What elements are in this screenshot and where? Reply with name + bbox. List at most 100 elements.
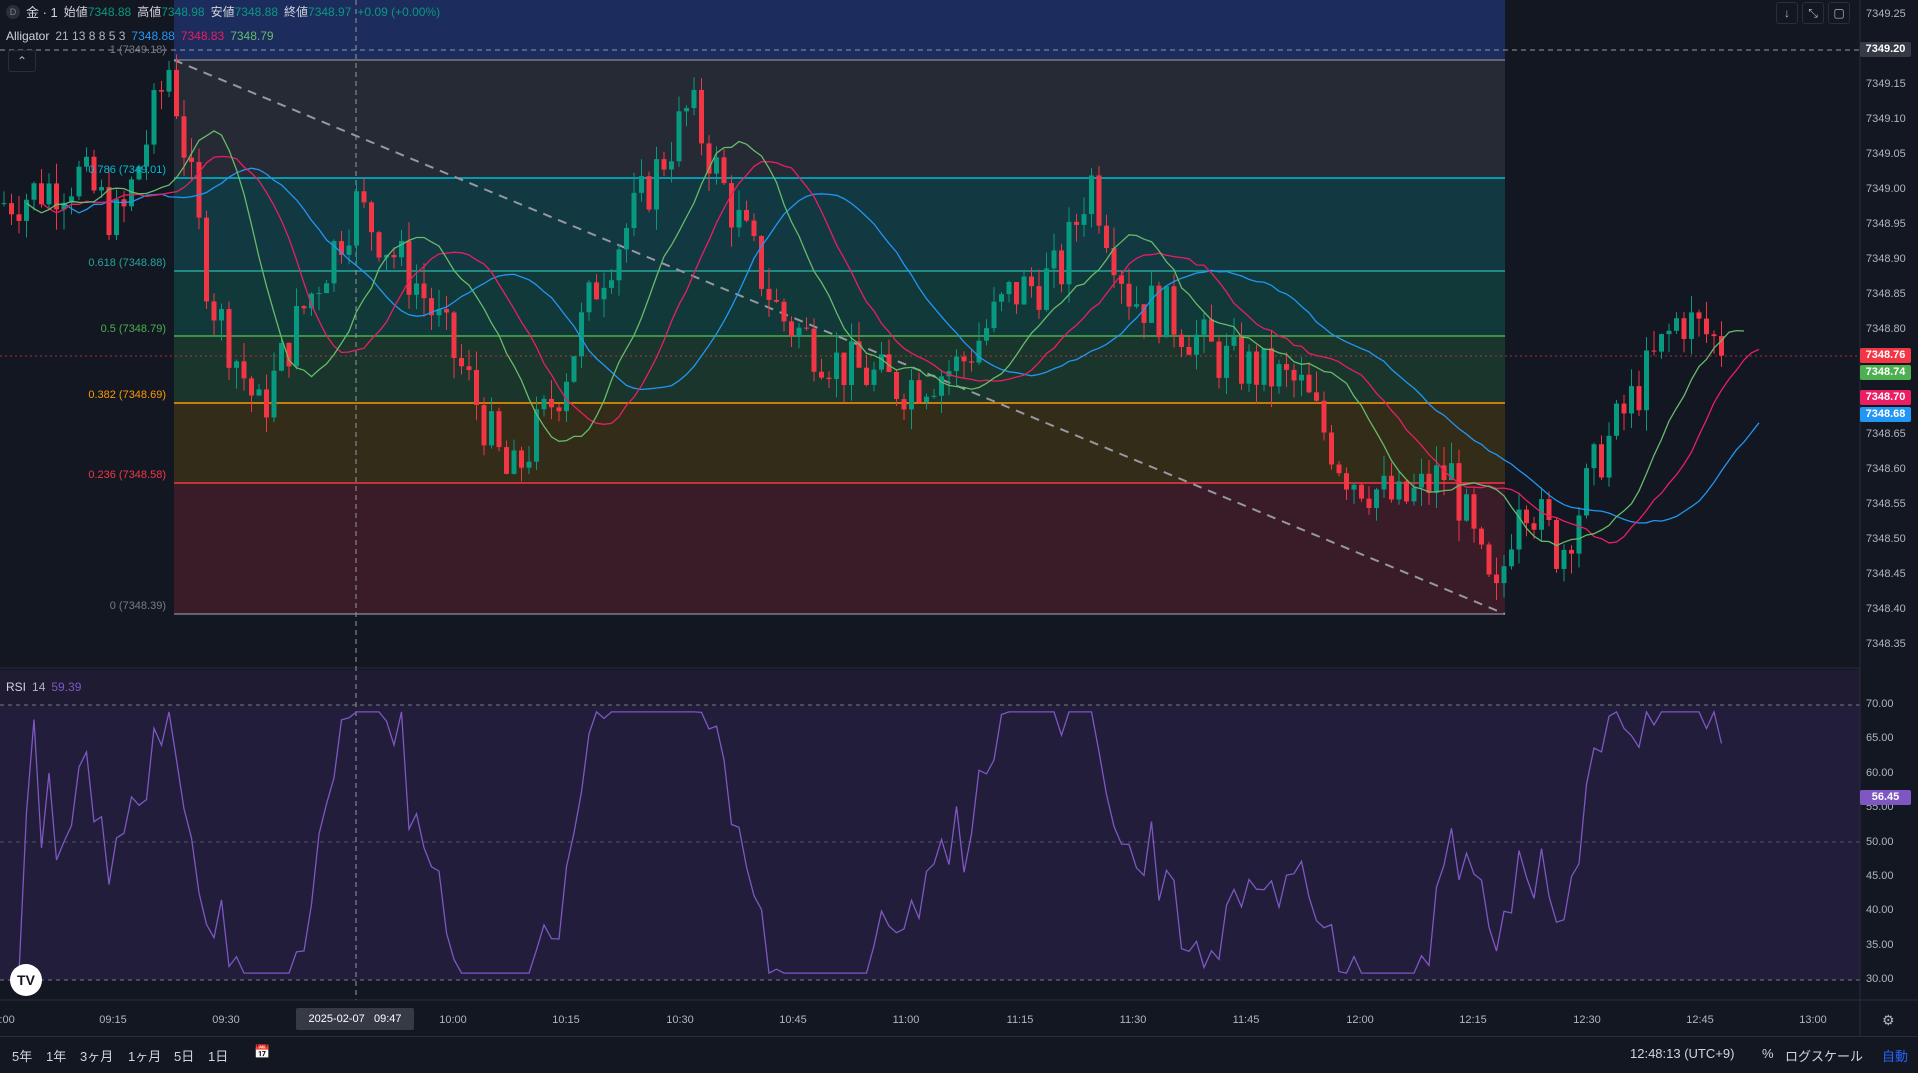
candle-body: [669, 161, 674, 170]
change-value: +0.09 (+0.00%): [357, 4, 441, 19]
alligator-jaw-value: 7348.88: [131, 29, 175, 43]
candle-body: [1149, 285, 1154, 323]
auto-scale-toggle[interactable]: 自動: [1882, 1046, 1908, 1065]
candle-body: [969, 361, 974, 363]
symbol-name[interactable]: 金 · 1: [26, 2, 58, 21]
range-button[interactable]: 5日: [174, 1046, 194, 1065]
arrow-down-icon: ↓: [1784, 6, 1790, 20]
rsi-axis-label: 65.00: [1866, 732, 1894, 745]
candle-body: [1321, 400, 1327, 433]
rsi-axis-label: 40.00: [1866, 904, 1894, 917]
rsi-legend[interactable]: RSI 14 59.39: [6, 680, 81, 694]
price-axis-label: 7349.05: [1866, 148, 1906, 160]
candle-body: [271, 370, 277, 418]
candle-body: [489, 411, 494, 446]
collapse-legend-button[interactable]: ⌃: [8, 50, 36, 72]
candle-body: [1599, 444, 1604, 478]
price-axis-label: 7348.60: [1866, 463, 1906, 475]
candle-body: [1231, 336, 1237, 346]
candle-body: [1591, 444, 1597, 469]
candle-body: [1629, 386, 1634, 414]
time-axis-label: 10:45: [779, 1014, 807, 1026]
candle-body: [414, 283, 419, 295]
candle-body: [1704, 318, 1709, 335]
price-axis-label: 7348.45: [1866, 568, 1906, 580]
candle-body: [1216, 341, 1222, 378]
candle-body: [391, 255, 397, 258]
candle-body: [1171, 286, 1177, 335]
maximize-pane-button[interactable]: ▢: [1828, 2, 1850, 24]
candle-body: [294, 306, 299, 367]
candle-body: [1306, 374, 1312, 393]
symbol-badge[interactable]: D: [6, 4, 20, 19]
candle-body: [639, 176, 644, 193]
candle-body: [999, 294, 1004, 302]
range-button[interactable]: 1年: [46, 1046, 66, 1065]
candle-body: [1261, 348, 1267, 385]
candle-body: [526, 461, 532, 468]
candle-body: [616, 249, 622, 281]
log-scale-toggle[interactable]: ログスケール: [1785, 1046, 1863, 1065]
candle-body: [1194, 334, 1199, 355]
close-label: 終値: [284, 5, 309, 19]
candle-body: [1494, 574, 1499, 584]
candle-body: [1179, 334, 1184, 347]
candle-body: [1, 203, 7, 205]
close-value: 7348.97: [308, 4, 352, 19]
fib-label: 0.618 (7348.88): [88, 257, 166, 269]
alligator-legend[interactable]: Alligator 21 13 8 8 5 3 7348.88 7348.83 …: [6, 29, 274, 43]
candle-body: [481, 405, 487, 446]
candle-body: [976, 340, 982, 363]
candle-body: [796, 327, 802, 337]
alligator-lips-value: 7348.79: [230, 29, 274, 43]
rsi-axis-label: 35.00: [1866, 938, 1894, 951]
candle-body: [16, 214, 22, 221]
candle-body: [804, 327, 809, 329]
time-axis-label: 12:00: [1346, 1014, 1374, 1026]
candle-body: [579, 312, 584, 357]
candle-body: [601, 287, 607, 300]
candle-body: [931, 395, 937, 397]
candle-body: [159, 90, 164, 92]
candle-body: [549, 398, 554, 408]
candle-body: [1471, 494, 1477, 529]
collapse-pane-button[interactable]: ⤡: [1802, 2, 1824, 24]
range-button[interactable]: 1日: [208, 1046, 228, 1065]
settings-icon: ⚙: [1882, 1012, 1895, 1028]
candle-body: [811, 328, 817, 372]
range-button[interactable]: 3ヶ月: [80, 1046, 113, 1065]
candle-body: [571, 356, 577, 382]
fib-band-05: [174, 336, 1505, 403]
range-button[interactable]: 5年: [12, 1046, 32, 1065]
candle-body: [594, 282, 599, 300]
rsi-value: 59.39: [51, 680, 82, 694]
low-label: 安値: [210, 5, 235, 19]
chart-canvas[interactable]: [0, 0, 1918, 1072]
candle-body: [684, 108, 689, 112]
time-axis-label: 10:30: [666, 1014, 694, 1026]
candle-body: [1569, 549, 1574, 554]
candle-body: [496, 411, 502, 448]
candle-body: [1359, 484, 1364, 499]
rsi-axis-label: 70.00: [1866, 698, 1894, 710]
candle-body: [699, 89, 704, 144]
time-axis-label: 11:15: [1006, 1014, 1034, 1026]
candle-body: [1081, 214, 1087, 225]
candle-body: [1186, 346, 1192, 355]
calendar-range-button[interactable]: 📅: [254, 1044, 270, 1060]
candle-body: [249, 378, 254, 396]
candle-body: [234, 361, 239, 368]
range-button[interactable]: 1ヶ月: [128, 1046, 161, 1065]
candle-body: [421, 283, 427, 299]
move-down-button[interactable]: ↓: [1776, 2, 1798, 24]
candle-body: [789, 321, 794, 337]
candle-body: [1126, 283, 1132, 307]
tradingview-logo-icon[interactable]: TV: [10, 964, 42, 996]
candle-body: [46, 183, 52, 205]
candle-body: [1539, 499, 1544, 530]
percent-toggle[interactable]: %: [1762, 1046, 1774, 1061]
clock[interactable]: 12:48:13 (UTC+9): [1630, 1046, 1734, 1061]
candle-body: [781, 301, 787, 322]
axis-settings-button[interactable]: ⚙: [1882, 1012, 1895, 1029]
candle-body: [1006, 282, 1012, 295]
